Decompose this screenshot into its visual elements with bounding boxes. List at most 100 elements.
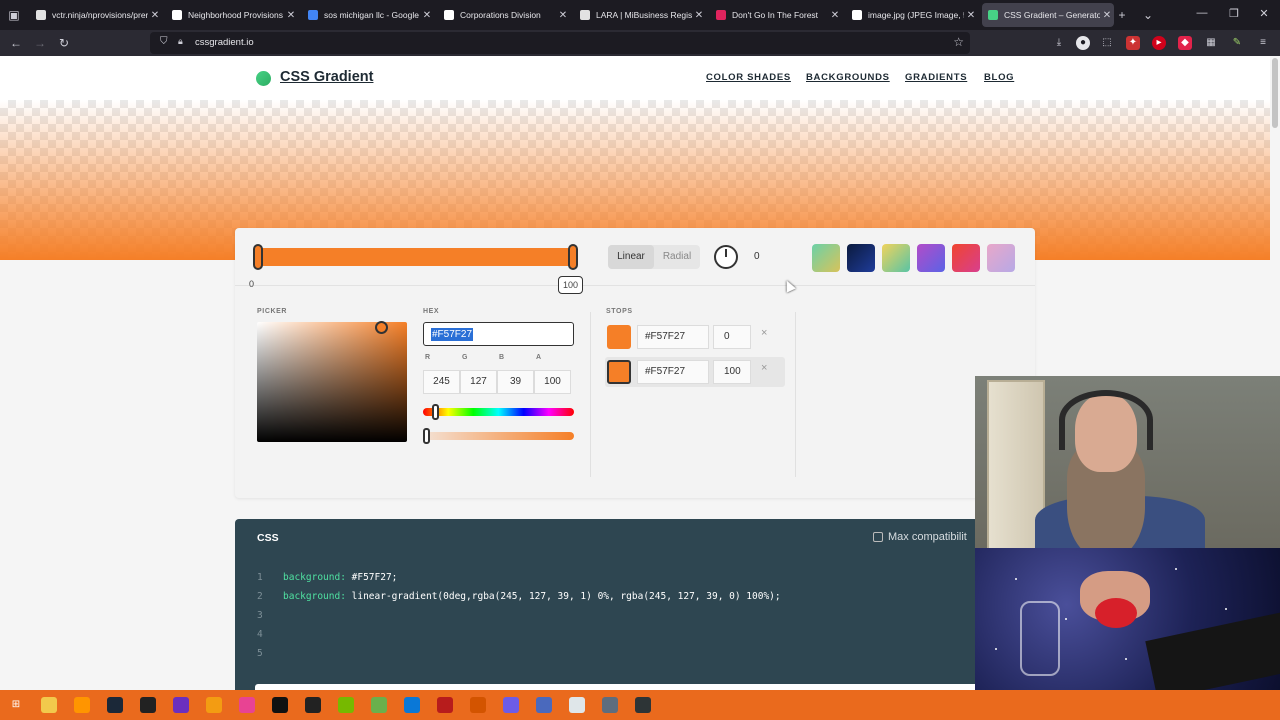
- reload-icon[interactable]: ↻: [56, 35, 72, 51]
- r-input[interactable]: 245: [423, 370, 460, 394]
- tab-title[interactable]: sos michigan llc - Google S: [324, 10, 420, 20]
- alpha-slider[interactable]: [423, 432, 574, 440]
- nav-gradients[interactable]: GRADIENTS: [905, 72, 967, 83]
- terminal-icon[interactable]: [272, 697, 288, 713]
- file-explorer-icon[interactable]: [41, 697, 57, 713]
- extension-red-icon[interactable]: ✦: [1126, 36, 1140, 50]
- window-close-icon[interactable]: ✕: [1254, 7, 1274, 20]
- tab-close-icon[interactable]: ✕: [420, 10, 434, 21]
- hex-input-value[interactable]: #F57F27: [431, 328, 474, 341]
- site-logo[interactable]: CSS Gradient: [280, 69, 373, 85]
- steam-icon[interactable]: [107, 697, 123, 713]
- blender-icon[interactable]: [602, 697, 618, 713]
- url-bar[interactable]: ⛉ 🔒︎ cssgradient.io ☆: [150, 32, 970, 54]
- settings-icon[interactable]: [536, 697, 552, 713]
- tab-close-icon[interactable]: ✕: [1100, 10, 1114, 21]
- stop-row-selected[interactable]: #F57F27 100 ×: [605, 357, 785, 387]
- obs-studio-icon[interactable]: [635, 697, 651, 713]
- preset-gradient-swatch[interactable]: [987, 244, 1015, 272]
- preset-gradient-swatch[interactable]: [952, 244, 980, 272]
- search-tool-icon[interactable]: [470, 697, 486, 713]
- nav-blog[interactable]: BLOG: [984, 72, 1014, 83]
- tab-2[interactable]: sos michigan llc - Google S ✕: [302, 3, 434, 27]
- tab-title[interactable]: Don't Go In The Forest: [732, 10, 828, 20]
- stop-row[interactable]: #F57F27 0 ×: [605, 322, 785, 352]
- alpha-slider-handle[interactable]: [423, 428, 430, 444]
- tab-title[interactable]: image.jpg (JPEG Image, 512 × 1: [868, 10, 964, 20]
- nav-color-shades[interactable]: COLOR SHADES: [706, 72, 791, 83]
- tab-3[interactable]: Corporations Division ✕: [438, 3, 570, 27]
- max-compatibility-checkbox[interactable]: [873, 532, 883, 542]
- tab-title[interactable]: Corporations Division: [460, 10, 556, 20]
- compass-icon[interactable]: [569, 697, 585, 713]
- unity-icon[interactable]: [305, 697, 321, 713]
- stop-handle-right[interactable]: [568, 244, 578, 270]
- preset-gradient-swatch[interactable]: [812, 244, 840, 272]
- tab-close-icon[interactable]: ✕: [828, 10, 842, 21]
- extensions-icon[interactable]: ⬚: [1100, 36, 1114, 50]
- tab-4[interactable]: LARA | MiBusiness Registry ✕: [574, 3, 706, 27]
- a-input[interactable]: 100: [534, 370, 571, 394]
- type-radial-button[interactable]: Radial: [654, 245, 700, 269]
- extension-pink-icon[interactable]: ◆: [1178, 36, 1192, 50]
- account-icon[interactable]: ●: [1076, 36, 1090, 50]
- tab-title[interactable]: vctr.ninja/nprovisions/preroll_r: [52, 10, 148, 20]
- preset-gradient-swatch[interactable]: [882, 244, 910, 272]
- delete-stop-icon[interactable]: ×: [761, 327, 767, 339]
- epic-games-icon[interactable]: [140, 697, 156, 713]
- stop-position-input[interactable]: 0: [713, 325, 751, 349]
- tab-close-icon[interactable]: ✕: [284, 10, 298, 21]
- angle-input[interactable]: 0: [746, 245, 782, 269]
- b-input[interactable]: 39: [497, 370, 534, 394]
- stop-right-position[interactable]: 100: [558, 276, 584, 294]
- angle-knob[interactable]: [714, 245, 738, 269]
- color-picker-handle[interactable]: [375, 321, 388, 334]
- lock-icon[interactable]: 🔒︎: [178, 36, 183, 47]
- nvidia-icon[interactable]: [338, 697, 354, 713]
- list-tabs-icon[interactable]: ⌄: [1140, 7, 1156, 23]
- page-scrollbar[interactable]: [1272, 58, 1278, 128]
- forward-icon[interactable]: →: [32, 35, 48, 51]
- firefox-icon[interactable]: [74, 697, 90, 713]
- tab-7[interactable]: CSS Gradient – Generator, M✕: [982, 3, 1114, 27]
- menu-icon[interactable]: ≡: [1256, 36, 1270, 50]
- extension-grid-icon[interactable]: ▦: [1204, 36, 1218, 50]
- stop-color-swatch[interactable]: [607, 325, 631, 349]
- hue-slider-handle[interactable]: [432, 404, 439, 420]
- obs-icon[interactable]: [503, 697, 519, 713]
- youtube-icon[interactable]: ▸: [1152, 36, 1166, 50]
- tab-0[interactable]: vctr.ninja/nprovisions/preroll_r✕: [30, 3, 162, 27]
- nav-backgrounds[interactable]: BACKGROUNDS: [806, 72, 890, 83]
- tab-title[interactable]: LARA | MiBusiness Registry: [596, 10, 692, 20]
- color-picker-area[interactable]: [257, 322, 407, 442]
- extension-pen-icon[interactable]: ✎: [1230, 36, 1244, 50]
- minimize-icon[interactable]: —: [1192, 7, 1212, 19]
- stop-position-input[interactable]: 100: [713, 360, 751, 384]
- type-linear-button[interactable]: Linear: [608, 245, 654, 269]
- max-compatibility-label[interactable]: Max compatibilit: [888, 531, 967, 543]
- shield-icon[interactable]: ⛉: [160, 36, 168, 47]
- app-icon[interactable]: [239, 697, 255, 713]
- tab-close-icon[interactable]: ✕: [556, 10, 570, 21]
- code-line[interactable]: background: #F57F27;: [283, 572, 397, 583]
- url-text[interactable]: cssgradient.io: [195, 37, 254, 48]
- stop-color-swatch[interactable]: [607, 360, 631, 384]
- tab-1[interactable]: Neighborhood Provisions Prero✕: [166, 3, 298, 27]
- stop-handle-left[interactable]: [253, 244, 263, 270]
- code-line[interactable]: background: linear-gradient(0deg,rgba(24…: [283, 591, 781, 602]
- logo-icon[interactable]: [256, 71, 271, 86]
- star-icon[interactable]: ☆: [953, 35, 964, 49]
- g-input[interactable]: 127: [460, 370, 497, 394]
- new-tab-icon[interactable]: +: [1114, 7, 1130, 23]
- windows-icon[interactable]: ⊞: [8, 697, 24, 713]
- gradient-track[interactable]: [257, 248, 575, 266]
- tab-title[interactable]: Neighborhood Provisions Prero: [188, 10, 284, 20]
- tab-5[interactable]: Don't Go In The Forest ✕: [710, 3, 842, 27]
- delete-stop-icon[interactable]: ×: [761, 362, 767, 374]
- stop-hex-input[interactable]: #F57F27: [637, 325, 709, 349]
- hue-slider[interactable]: [423, 408, 574, 416]
- vlc-icon[interactable]: [206, 697, 222, 713]
- download-icon[interactable]: ⤓: [1052, 36, 1066, 50]
- tab-overview-icon[interactable]: ▣: [6, 7, 22, 23]
- tab-title[interactable]: CSS Gradient – Generator, M: [1004, 10, 1100, 20]
